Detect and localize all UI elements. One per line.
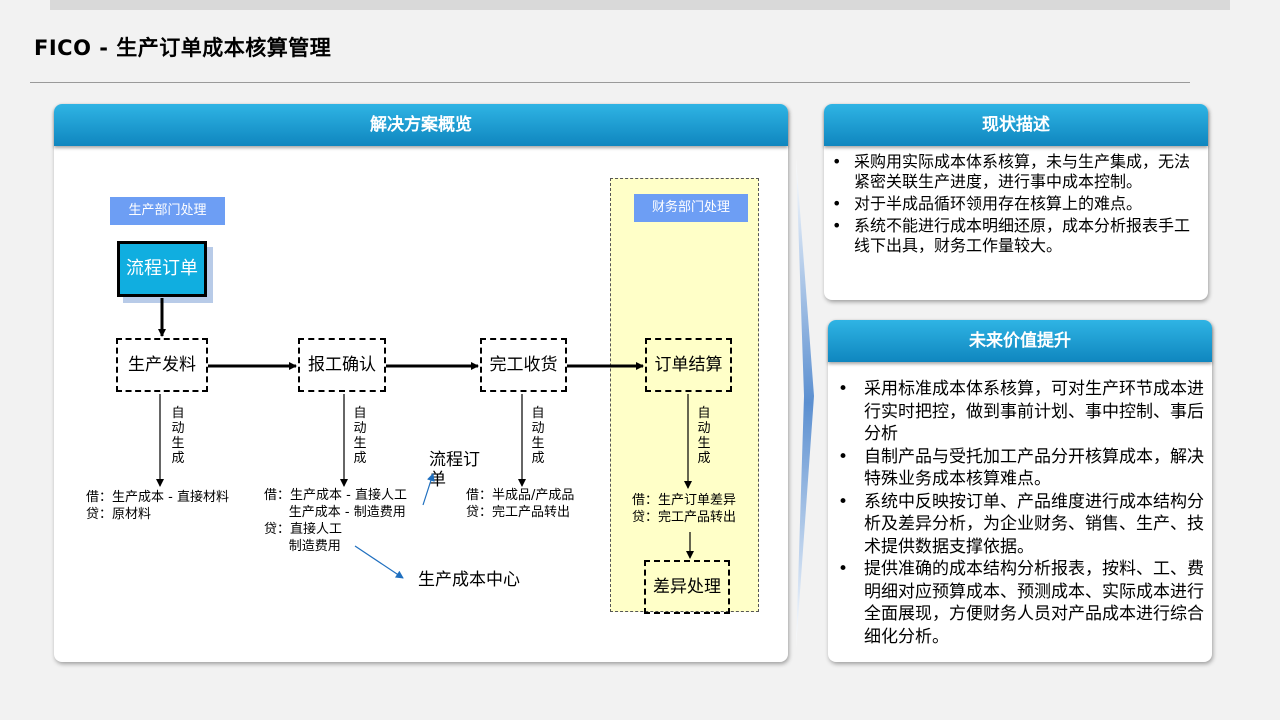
bullet-dot: • <box>838 491 849 512</box>
bullet-item: • 对于半成品循环领用存在核算上的难点。 <box>832 194 1143 213</box>
bullet-dot: • <box>838 446 849 467</box>
bullet-dot: • <box>832 216 842 235</box>
future-value-header: 未来价值提升 <box>828 320 1212 362</box>
arrow-to-flow-order-note <box>422 473 435 506</box>
future-value-list: • 采用标准成本体系核算，可对生产环节成本进行实时把控，做到事前计划、事中控制、… <box>838 378 1206 648</box>
bullet-item: • 自制产品与受托加工产品分开核算成本，解决特殊业务成本核算难点。 <box>838 446 1204 490</box>
bullet-dot: • <box>838 379 849 399</box>
bullet-item: • 采用标准成本体系核算，可对生产环节成本进行实时把控，做到事前计划、事中控制、… <box>838 379 1204 444</box>
future-value-panel: 未来价值提升 • 采用标准成本体系核算，可对生产环节成本进行实时把控，做到事前计… <box>828 320 1212 662</box>
transition-chevron <box>796 158 814 648</box>
bullet-item: • 系统中反映按订单、产品维度进行成本结构分析及差异分析，为企业财务、销售、生产… <box>838 491 1204 557</box>
current-state-header: 现状描述 <box>824 104 1208 146</box>
bullet-dot: • <box>832 194 842 213</box>
current-state-panel: 现状描述 • 采购用实际成本体系核算，未与生产集成，无法紧密关联生产进度，进行事… <box>824 104 1208 300</box>
bullet-item: • 系统不能进行成本明细还原，成本分析报表手工线下出具，财务工作量较大。 <box>832 216 1191 255</box>
arrow-to-cost-center <box>354 545 404 579</box>
current-state-list: • 采购用实际成本体系核算，未与生产集成，无法紧密关联生产进度，进行事中成本控制… <box>832 152 1198 256</box>
bullet-dot: • <box>832 152 842 171</box>
bullet-dot: • <box>838 559 849 579</box>
bullet-item: • 采购用实际成本体系核算，未与生产集成，无法紧密关联生产进度，进行事中成本控制… <box>832 152 1191 191</box>
flow-arrows <box>156 298 694 579</box>
bullet-item: • 提供准确的成本结构分析报表，按料、工、费明细对应预算成本、预测成本、实际成本… <box>838 559 1204 647</box>
